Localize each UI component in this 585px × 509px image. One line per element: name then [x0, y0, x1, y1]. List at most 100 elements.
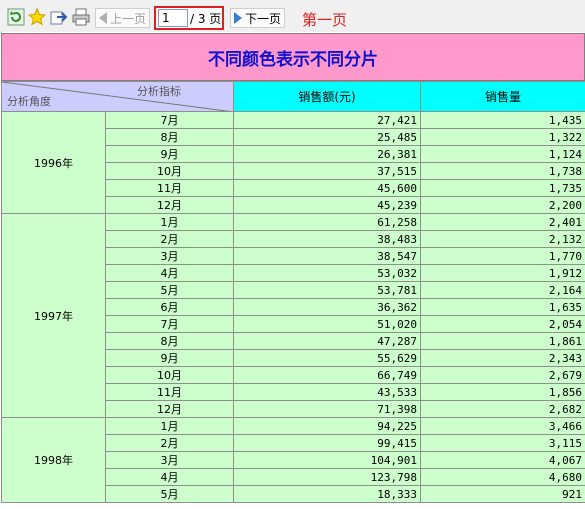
corner-bottom-label: 分析角度: [7, 95, 51, 108]
sales-amount-cell: 43,533: [233, 383, 421, 401]
month-cell: 2月: [105, 230, 234, 248]
prev-page-button[interactable]: 上一页: [95, 8, 151, 28]
sales-volume-cell: 3,466: [420, 417, 585, 435]
next-page-button[interactable]: 下一页: [230, 8, 286, 28]
sales-volume-cell: 1,861: [420, 332, 585, 350]
month-cell: 8月: [105, 128, 234, 146]
month-cell: 10月: [105, 162, 234, 180]
sales-amount-cell: 53,781: [233, 281, 421, 299]
table-body: 1996年 7月 27,421 1,435 8月 25,485 1,322 9月 26,381 1…: [1, 111, 585, 503]
sales-amount-cell: 94,225: [233, 417, 421, 435]
sales-amount-cell: 38,547: [233, 247, 421, 265]
month-cell: 9月: [105, 349, 234, 367]
month-cell: 6月: [105, 298, 234, 316]
sales-amount-cell: 61,258: [233, 213, 421, 231]
month-cell: 4月: [105, 468, 234, 486]
table-row: 1997年 1月 61,258 2,401: [1, 213, 585, 418]
table-row: 1998年 1月 94,225 3,466: [1, 417, 585, 503]
month-cell: 4月: [105, 264, 234, 282]
month-cell: 11月: [105, 179, 234, 197]
sales-amount-cell: 55,629: [233, 349, 421, 367]
sales-volume-cell: 1,912: [420, 264, 585, 282]
sales-amount-cell: 45,239: [233, 196, 421, 214]
sales-amount-cell: 123,798: [233, 468, 421, 486]
sales-volume-cell: 4,680: [420, 468, 585, 486]
month-cell: 10月: [105, 366, 234, 384]
page-note: 第一页: [302, 11, 348, 29]
sales-volume-cell: 2,164: [420, 281, 585, 299]
sales-table: 分析指标 分析角度 销售额(元) 销售量 1996年 7月 27,421 1,435 8…: [1, 81, 585, 503]
year-cell: 1998年: [1, 417, 106, 503]
sales-amount-cell: 36,362: [233, 298, 421, 316]
report-area: 不同颜色表示不同分片 分析指标 分析角度 销售额(元) 销售量 1996年 7月 2…: [1, 33, 585, 503]
sales-volume-cell: 2,132: [420, 230, 585, 248]
month-cell: 1月: [105, 417, 234, 435]
month-cell: 2月: [105, 434, 234, 452]
favorite-star-icon[interactable]: [27, 7, 47, 26]
sales-amount-cell: 18,333: [233, 485, 421, 503]
sales-amount-cell: 47,287: [233, 332, 421, 350]
sales-volume-cell: 2,682: [420, 400, 585, 418]
year-cell: 1997年: [1, 213, 106, 418]
table-row: 1996年 7月 27,421 1,435: [1, 111, 585, 214]
page-number-input[interactable]: [158, 9, 188, 27]
month-cell: 1月: [105, 213, 234, 231]
sales-amount-cell: 25,485: [233, 128, 421, 146]
year-cell: 1996年: [1, 111, 106, 214]
month-cell: 9月: [105, 145, 234, 163]
print-icon[interactable]: [72, 8, 90, 26]
column-header-sales-amount: 销售额(元): [233, 81, 421, 112]
triangle-left-icon: [99, 12, 107, 24]
sales-volume-cell: 2,200: [420, 196, 585, 214]
sales-volume-cell: 2,343: [420, 349, 585, 367]
month-cell: 7月: [105, 315, 234, 333]
page-indicator: / 3 页: [154, 6, 224, 30]
sales-amount-cell: 99,415: [233, 434, 421, 452]
month-cell: 12月: [105, 196, 234, 214]
month-cell: 5月: [105, 281, 234, 299]
month-cell: 5月: [105, 485, 234, 503]
sales-amount-cell: 66,749: [233, 366, 421, 384]
report-title: 不同颜色表示不同分片: [1, 33, 585, 81]
sales-volume-cell: 1,635: [420, 298, 585, 316]
month-cell: 8月: [105, 332, 234, 350]
month-cell: 3月: [105, 451, 234, 469]
sales-volume-cell: 4,067: [420, 451, 585, 469]
sales-amount-cell: 26,381: [233, 145, 421, 163]
prev-page-label: 上一页: [110, 11, 147, 26]
sales-volume-cell: 1,856: [420, 383, 585, 401]
month-cell: 12月: [105, 400, 234, 418]
export-icon[interactable]: [50, 8, 68, 26]
sales-volume-cell: 1,770: [420, 247, 585, 265]
sales-amount-cell: 38,483: [233, 230, 421, 248]
sales-volume-cell: 1,322: [420, 128, 585, 146]
sales-volume-cell: 921: [420, 485, 585, 503]
sales-amount-cell: 71,398: [233, 400, 421, 418]
sales-volume-cell: 1,124: [420, 145, 585, 163]
sales-volume-cell: 2,401: [420, 213, 585, 231]
corner-header: 分析指标 分析角度: [1, 81, 234, 112]
month-cell: 7月: [105, 111, 234, 129]
month-cell: 11月: [105, 383, 234, 401]
sales-volume-cell: 1,435: [420, 111, 585, 129]
corner-top-label: 分析指标: [137, 85, 181, 98]
refresh-icon[interactable]: [7, 8, 25, 26]
sales-amount-cell: 45,600: [233, 179, 421, 197]
sales-volume-cell: 3,115: [420, 434, 585, 452]
next-page-label: 下一页: [245, 11, 282, 26]
sales-amount-cell: 51,020: [233, 315, 421, 333]
month-cell: 3月: [105, 247, 234, 265]
total-pages-text: / 3 页: [190, 11, 222, 26]
column-header-sales-volume: 销售量: [420, 81, 585, 112]
sales-volume-cell: 1,738: [420, 162, 585, 180]
sales-volume-cell: 2,679: [420, 366, 585, 384]
sales-amount-cell: 104,901: [233, 451, 421, 469]
table-header-row: 分析指标 分析角度 销售额(元) 销售量: [1, 81, 585, 112]
sales-amount-cell: 53,032: [233, 264, 421, 282]
sales-volume-cell: 1,735: [420, 179, 585, 197]
sales-amount-cell: 27,421: [233, 111, 421, 129]
sales-volume-cell: 2,054: [420, 315, 585, 333]
sales-amount-cell: 37,515: [233, 162, 421, 180]
triangle-right-icon: [234, 12, 242, 24]
report-toolbar: 上一页 / 3 页 下一页 第一页: [0, 0, 585, 32]
